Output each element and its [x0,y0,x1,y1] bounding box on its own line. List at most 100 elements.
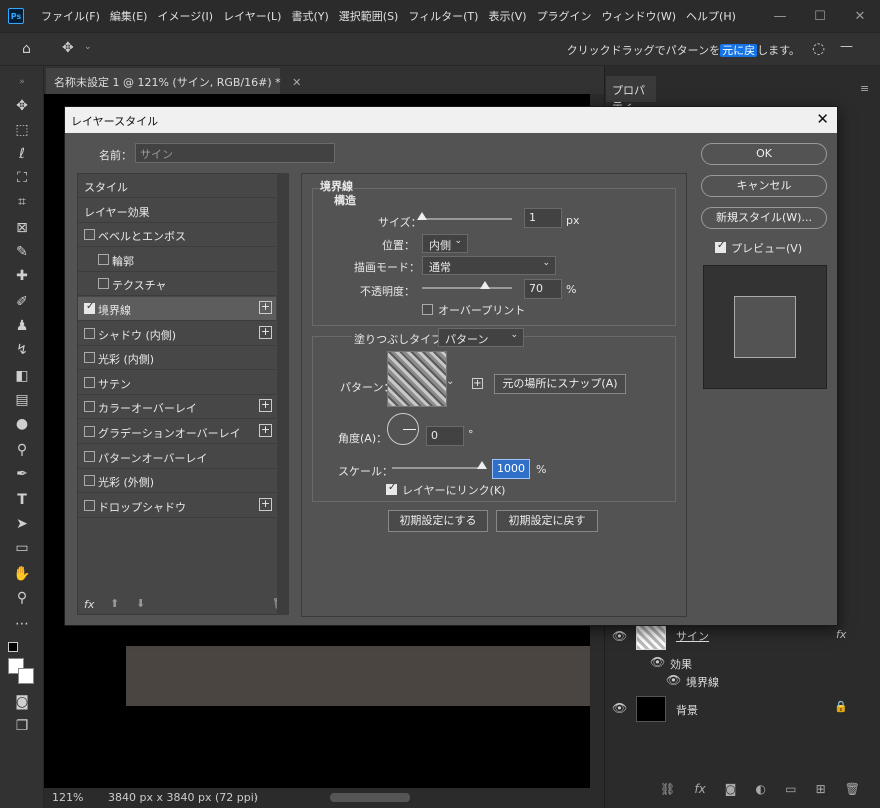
adjustment-icon[interactable]: ◐ [756,782,766,802]
new-preset-icon[interactable]: + [472,378,483,389]
eye-icon[interactable]: 👁 [650,655,665,669]
screen-mode-icon[interactable]: ❐ [11,716,33,736]
opacity-slider-thumb[interactable] [480,281,490,289]
default-colors-icon[interactable] [8,642,18,652]
blend-mode-dropdown[interactable]: 通常 ⌄ [422,256,556,275]
snap-to-origin-button[interactable]: 元の場所にスナップ(A) [494,374,626,394]
style-item-checkbox[interactable] [84,450,95,462]
menu-window[interactable]: ウィンドウ(W) [597,8,681,24]
opacity-slider-track[interactable] [422,287,512,289]
cancel-button[interactable]: キャンセル [701,175,827,197]
move-tool-icon[interactable]: ✥ [11,96,33,116]
dodge-tool-icon[interactable]: ⚲ [11,440,33,460]
style-item[interactable]: レイヤー効果 [78,199,276,223]
menu-edit[interactable]: 編集(E) [105,8,153,24]
style-item[interactable]: グラデーションオーバーレイ + [78,420,276,444]
fx-icon[interactable]: fx [694,782,705,802]
style-item-checkbox[interactable] [84,426,95,437]
angle-input[interactable]: 0 [426,426,464,446]
style-item[interactable]: サテン [78,371,276,395]
move-down-icon[interactable]: ⬇ [136,597,145,610]
chevron-down-icon[interactable]: ⌄ [84,42,92,52]
add-effect-icon[interactable]: + [259,399,272,413]
style-list-scrollbar[interactable] [277,173,289,615]
reset-default-button[interactable]: 初期設定に戻す [496,510,598,532]
menu-filter[interactable]: フィルター(T) [403,8,483,24]
style-item[interactable]: 光彩 (外側) [78,469,276,494]
menu-help[interactable]: ヘルプ(H) [681,8,741,24]
rectangle-tool-icon[interactable]: ▭ [11,538,33,558]
quick-mask-icon[interactable]: ◙ [11,692,33,712]
style-item[interactable]: パターンオーバーレイ [78,445,276,469]
healing-brush-icon[interactable]: ✚ [11,266,33,286]
make-default-button[interactable]: 初期設定にする [388,510,488,532]
menu-plugins[interactable]: プラグイン [532,8,597,24]
layer-row[interactable]: 👁 サイン fx [606,622,860,652]
zoom-tool-icon[interactable]: ⚲ [11,588,33,608]
blur-tool-icon[interactable]: ● [11,414,33,434]
style-item[interactable]: 輪郭 [78,248,276,272]
layer-effects-row[interactable]: 👁 効果 [606,654,860,672]
style-item-checkbox[interactable] [84,376,95,388]
type-tool-icon[interactable]: T [11,490,33,510]
fx-menu-icon[interactable]: fx [84,598,94,611]
style-item-checkbox[interactable] [84,327,95,339]
home-icon[interactable]: ⌂ [22,41,31,57]
menu-type[interactable]: 書式(Y) [286,8,333,24]
close-tab-icon[interactable]: ✕ [292,76,301,89]
gradient-tool-icon[interactable]: ▤ [11,390,33,410]
scale-slider-thumb[interactable] [477,461,487,469]
horizontal-scrollbar[interactable] [330,793,410,802]
style-item-checkbox[interactable] [84,229,95,241]
new-layer-icon[interactable]: ⊞ [816,782,826,802]
tab-properties[interactable]: プロパティ [606,76,656,113]
menu-select[interactable]: 選択範囲(S) [334,8,404,24]
layer-effect-stroke-row[interactable]: 👁 境界線 [606,672,860,690]
style-item[interactable]: カラーオーバーレイ + [78,395,276,420]
style-item[interactable]: ドロップシャドウ + [78,494,276,518]
minimize-icon[interactable]: — [760,0,800,32]
layer-row[interactable]: 👁 背景 🔒 [606,694,860,724]
name-field[interactable]: サイン [135,143,335,163]
path-select-icon[interactable]: ➤ [11,514,33,534]
add-effect-icon[interactable]: + [259,497,272,511]
zoom-level[interactable]: 121% [52,791,83,804]
menu-layer[interactable]: レイヤー(L) [218,8,286,24]
size-slider-track[interactable] [422,218,512,220]
new-style-button[interactable]: 新規スタイル(W)... [701,207,827,229]
eye-icon[interactable]: 👁 [666,673,681,687]
style-item-checkbox[interactable] [98,253,109,265]
maximize-icon[interactable]: ☐ [800,0,840,32]
pen-tool-icon[interactable]: ✒ [11,464,33,484]
style-item[interactable]: 光彩 (内側) [78,346,276,371]
crop-tool-icon[interactable]: ⌗ [11,192,33,212]
eye-icon[interactable]: 👁 [612,701,627,715]
style-item-checkbox[interactable] [84,475,95,487]
history-brush-icon[interactable]: ↯ [11,340,33,360]
preview-checkbox[interactable] [715,240,726,253]
add-effect-icon[interactable]: + [259,325,272,339]
eraser-icon[interactable]: ◧ [11,366,33,386]
style-item[interactable]: スタイル [78,174,276,198]
scale-input[interactable]: 1000 [492,459,530,479]
pattern-picker[interactable] [387,351,447,407]
opacity-input[interactable]: 70 [524,279,562,299]
style-item-checkbox[interactable] [84,401,95,413]
folder-icon[interactable]: ▭ [785,782,796,802]
brush-tool-icon[interactable]: ✐ [11,292,33,312]
style-item-checkbox[interactable] [84,352,95,364]
link-icon[interactable]: ⛓ [660,782,675,802]
add-effect-icon[interactable]: + [259,301,272,314]
layer-name[interactable]: サイン [676,628,709,644]
document-tab[interactable]: 名称未設定 1 @ 121% (サイン, RGB/16#) * ✕ [46,68,301,94]
style-item-checkbox[interactable] [84,301,95,314]
link-with-layer-checkbox[interactable] [386,482,397,495]
pattern-chevron-icon[interactable]: ⌄ [446,376,454,387]
minimize-panel-icon[interactable]: — [840,39,853,54]
style-item-checkbox[interactable] [84,499,95,511]
menu-file[interactable]: ファイル(F) [36,8,105,24]
style-item[interactable]: シャドウ (内側) + [78,322,276,346]
scale-slider-track[interactable] [392,467,482,469]
expand-icon[interactable]: » [11,72,33,92]
menu-image[interactable]: イメージ(I) [152,8,218,24]
